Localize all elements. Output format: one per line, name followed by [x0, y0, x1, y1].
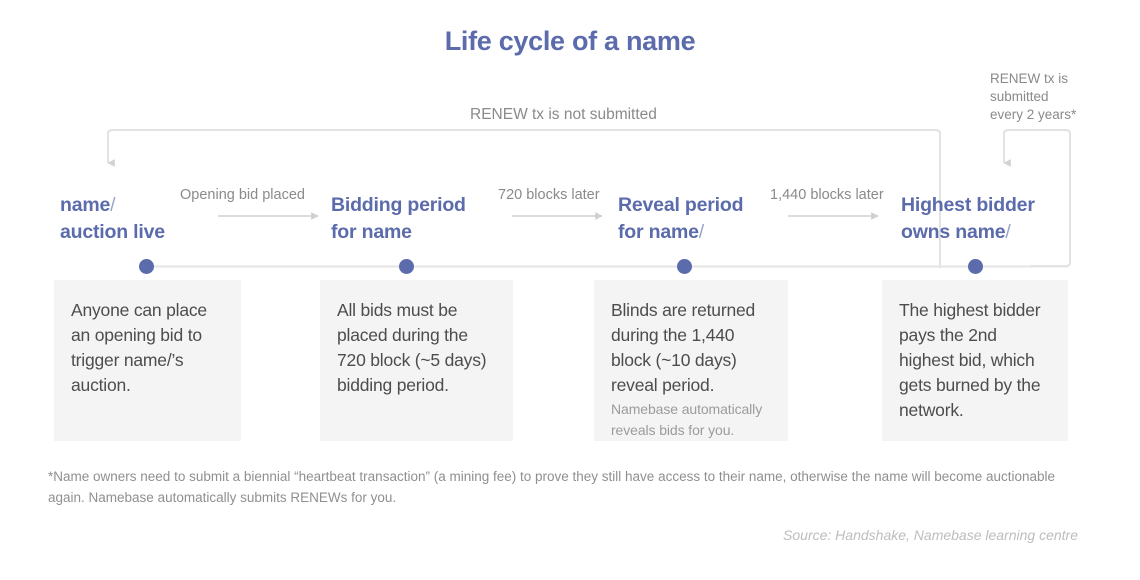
stage-card-reveal-period: Blinds are returned during the 1,440 blo… — [594, 280, 788, 441]
transition-label-720-blocks: 720 blocks later — [498, 187, 600, 203]
stage-card-auction-live: Anyone can place an opening bid to trigg… — [54, 280, 241, 441]
loop-label-renew-submitted: RENEW tx is submitted every 2 years* — [990, 70, 1100, 124]
stage-card-reveal-period-text: Blinds are returned during the 1,440 blo… — [611, 300, 756, 395]
stage-card-reveal-period-subtext: Namebase automatically reveals bids for … — [611, 401, 763, 438]
timeline-dot-highest-bidder — [968, 259, 983, 274]
stage-auction-live-line2: auction live — [60, 221, 165, 243]
stage-bidding-period-line1: Bidding period — [331, 194, 466, 216]
stage-reveal-period-line1: Reveal period — [618, 194, 744, 216]
lifecycle-diagram: Life cycle of a name RENEW tx is not sub… — [0, 0, 1140, 580]
loop-label-renew-line1: RENEW tx is — [990, 71, 1069, 86]
stage-card-highest-bidder-text: The highest bidder pays the 2nd highest … — [899, 300, 1041, 420]
stage-bidding-period-line2: for name — [331, 221, 412, 243]
stage-card-bidding-period-text: All bids must be placed during the 720 b… — [337, 300, 487, 395]
timeline-dot-reveal-period — [677, 259, 692, 274]
source-caption: Source: Handshake, Namebase learning cen… — [783, 527, 1078, 543]
stage-card-bidding-period: All bids must be placed during the 720 b… — [320, 280, 513, 441]
loop-label-not-submitted: RENEW tx is not submitted — [470, 106, 657, 123]
stage-heading-highest-bidder: Highest bidder owns name/ — [901, 192, 1035, 246]
loop-label-renew-line2: submitted — [990, 89, 1049, 104]
stage-highest-bidder-line1: Highest bidder — [901, 194, 1035, 216]
loop-label-renew-line3: every 2 years* — [990, 107, 1077, 122]
page-title: Life cycle of a name — [444, 26, 696, 56]
stage-heading-bidding-period: Bidding period for name — [331, 192, 466, 246]
stage-auction-live-line1: name/ — [60, 194, 116, 216]
transition-label-1440-blocks: 1,440 blocks later — [770, 187, 884, 203]
timeline-dot-auction-live — [139, 259, 154, 274]
stage-highest-bidder-line2: owns name/ — [901, 221, 1011, 243]
transition-label-opening-bid: Opening bid placed — [180, 187, 305, 203]
stage-heading-auction-live: name/ auction live — [60, 192, 165, 246]
stage-card-auction-live-text: Anyone can place an opening bid to trigg… — [71, 300, 207, 395]
footnote: *Name owners need to submit a biennial “… — [48, 469, 1056, 505]
stage-reveal-period-line2: for name/ — [618, 221, 704, 243]
stage-card-highest-bidder: The highest bidder pays the 2nd highest … — [882, 280, 1068, 441]
timeline-dot-bidding-period — [399, 259, 414, 274]
stage-heading-reveal-period: Reveal period for name/ — [618, 192, 743, 246]
